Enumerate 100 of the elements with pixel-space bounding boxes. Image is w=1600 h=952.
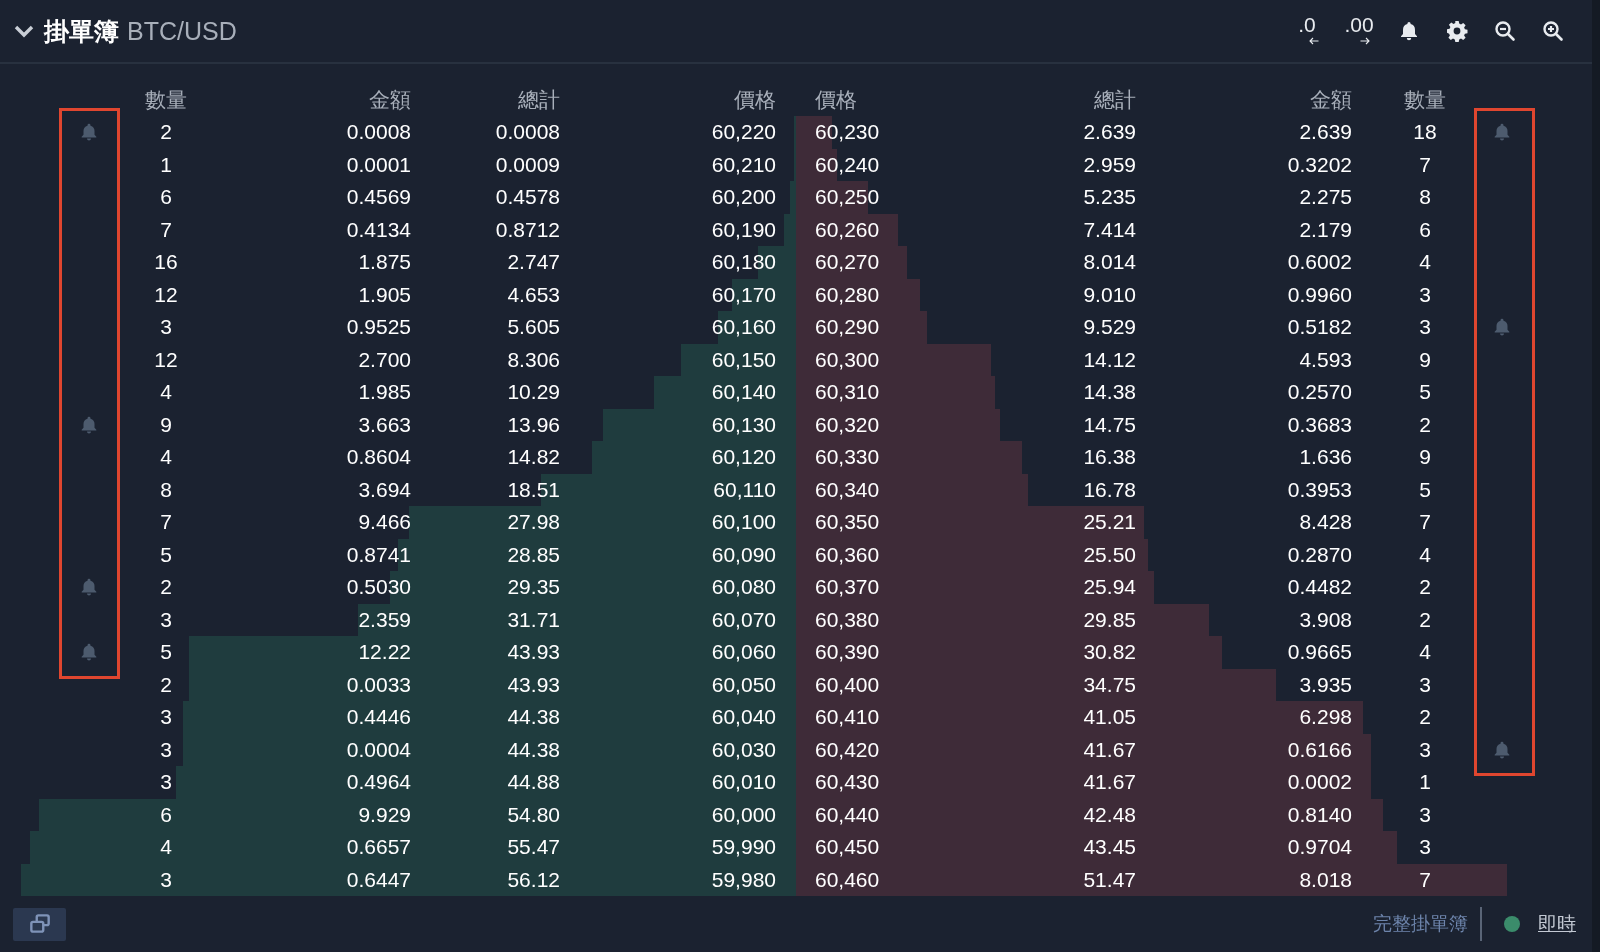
ask-price-cell-text: 60,230 (815, 120, 881, 145)
amount-cell-text: 0.0033 (345, 672, 411, 697)
total-cell-text: 7.414 (1082, 217, 1136, 242)
bid-price-cell-text: 60,100 (710, 510, 776, 535)
total-cell-text: 27.98 (506, 510, 560, 535)
bid-price-cell-text: 60,140 (710, 380, 776, 405)
bid-price-cell-text: 60,090 (710, 542, 776, 567)
quantity-cell-text: 4 (159, 445, 173, 470)
quantity-cell-text: 4 (1418, 250, 1432, 275)
amount-cell-text: 0.0008 (345, 120, 411, 145)
bid-price-cell-text: 60,150 (710, 347, 776, 372)
amount-cell-text: 0.0001 (345, 152, 411, 177)
bid-price-cell-text: 60,190 (710, 217, 776, 242)
amount-cell-text: 8.428 (1298, 510, 1352, 535)
amount-cell-text: 0.0004 (345, 737, 411, 762)
total-cell-text: 14.82 (506, 445, 560, 470)
quantity-cell-text: 2 (1418, 575, 1432, 600)
amount-cell-text: 0.0002 (1286, 770, 1352, 795)
quantity-cell-text: 5 (1418, 380, 1432, 405)
quantity-cell-text: 3 (159, 607, 173, 632)
quantity-cell-text: 3 (159, 705, 173, 730)
bid-price-cell-text: 60,050 (710, 672, 776, 697)
ask-price-cell-text: 60,370 (815, 575, 881, 600)
ask-price-cell-text: 60,340 (815, 477, 881, 502)
amount-cell-text: 0.6447 (345, 867, 411, 892)
ask-price-cell-text: 60,410 (815, 705, 881, 730)
quantity-cell-text: 2 (159, 120, 173, 145)
total-cell-text: 10.29 (506, 380, 560, 405)
amount-cell-text: 0.9960 (1286, 282, 1352, 307)
bid-price-cell-text: 60,030 (710, 737, 776, 762)
ask-price-cell-text: 60,310 (815, 380, 881, 405)
ask-price-cell-text: 60,420 (815, 737, 881, 762)
amount-cell-text: 3.935 (1298, 672, 1352, 697)
bid-price-cell-text: 60,000 (710, 802, 776, 827)
column-header: 金額 (1309, 87, 1352, 113)
total-cell-text: 9.529 (1082, 315, 1136, 340)
bid-price-cell-text: 59,990 (710, 835, 776, 860)
full-order-book-link[interactable]: 完整掛單簿 (1373, 911, 1468, 937)
popout-button[interactable] (13, 907, 66, 941)
panel-title: 掛單簿 (44, 15, 119, 47)
column-header: 價格 (815, 87, 858, 113)
zoom-out-icon (1493, 19, 1517, 43)
amount-cell-text: 0.8741 (345, 542, 411, 567)
quantity-cell-text: 7 (1418, 867, 1432, 892)
increase-decimals-button[interactable]: .00 (1340, 13, 1378, 49)
ask-price-cell-text: 60,350 (815, 510, 881, 535)
amount-cell-text: 3.908 (1298, 607, 1352, 632)
quantity-cell-text: 4 (1418, 640, 1432, 665)
total-cell-text: 18.51 (506, 477, 560, 502)
total-cell-text: 43.93 (506, 640, 560, 665)
quantity-cell-text: 4 (1418, 542, 1432, 567)
ask-price-cell-text: 60,330 (815, 445, 881, 470)
total-cell-text: 34.75 (1082, 672, 1136, 697)
amount-cell-text: 0.8604 (345, 445, 411, 470)
column-header: 價格 (733, 87, 776, 113)
amount-cell-text: 0.4964 (345, 770, 411, 795)
amount-cell-text: 0.3953 (1286, 477, 1352, 502)
total-cell-text: 55.47 (506, 835, 560, 860)
bid-price-cell-text: 60,070 (710, 607, 776, 632)
quantity-cell-text: 1 (159, 152, 173, 177)
total-cell-text: 0.0009 (494, 152, 560, 177)
total-cell-text: 8.306 (506, 347, 560, 372)
amount-cell-text: 8.018 (1298, 867, 1352, 892)
quantity-cell-text: 8 (159, 477, 173, 502)
settings-icon (1445, 19, 1469, 43)
total-cell-text: 29.85 (1082, 607, 1136, 632)
bid-price-cell-text: 60,180 (710, 250, 776, 275)
quantity-cell-text: 12 (153, 347, 179, 372)
quantity-cell-text: 6 (1418, 217, 1432, 242)
total-cell-text: 14.38 (1082, 380, 1136, 405)
amount-cell-text: 9.929 (357, 802, 411, 827)
quantity-cell-text: 5 (159, 640, 173, 665)
decrease-decimals-button[interactable]: .0 (1288, 13, 1326, 49)
bid-price-cell-text: 59,980 (710, 867, 776, 892)
amount-cell-text: 0.6002 (1286, 250, 1352, 275)
amount-cell-text: 0.3202 (1286, 152, 1352, 177)
ask-price-cell-text: 60,320 (815, 412, 881, 437)
amount-cell-text: 2.639 (1298, 120, 1352, 145)
total-cell-text: 2.639 (1082, 120, 1136, 145)
quantity-cell-text: 7 (159, 217, 173, 242)
total-cell-text: 30.82 (1082, 640, 1136, 665)
ask-price-cell-text: 60,380 (815, 607, 881, 632)
total-cell-text: 2.747 (506, 250, 560, 275)
zoom-in-icon (1541, 19, 1565, 43)
quantity-cell-text: 18 (1412, 120, 1438, 145)
quantity-cell-text: 3 (1418, 315, 1432, 340)
bid-price-cell-text: 60,170 (710, 282, 776, 307)
amount-cell-text: 3.663 (357, 412, 411, 437)
quantity-cell-text: 3 (1418, 672, 1432, 697)
amount-cell-text: 0.8140 (1286, 802, 1352, 827)
quantity-cell-text: 3 (1418, 737, 1432, 762)
total-cell-text: 16.38 (1082, 445, 1136, 470)
total-cell-text: 51.47 (1082, 867, 1136, 892)
live-link[interactable]: 即時 (1538, 911, 1576, 937)
ask-price-cell-text: 60,240 (815, 152, 881, 177)
quantity-cell-text: 9 (1418, 445, 1432, 470)
total-cell-text: 4.653 (506, 282, 560, 307)
bid-price-cell-text: 60,220 (710, 120, 776, 145)
bid-price-cell-text: 60,120 (710, 445, 776, 470)
bid-price-cell-text: 60,040 (710, 705, 776, 730)
